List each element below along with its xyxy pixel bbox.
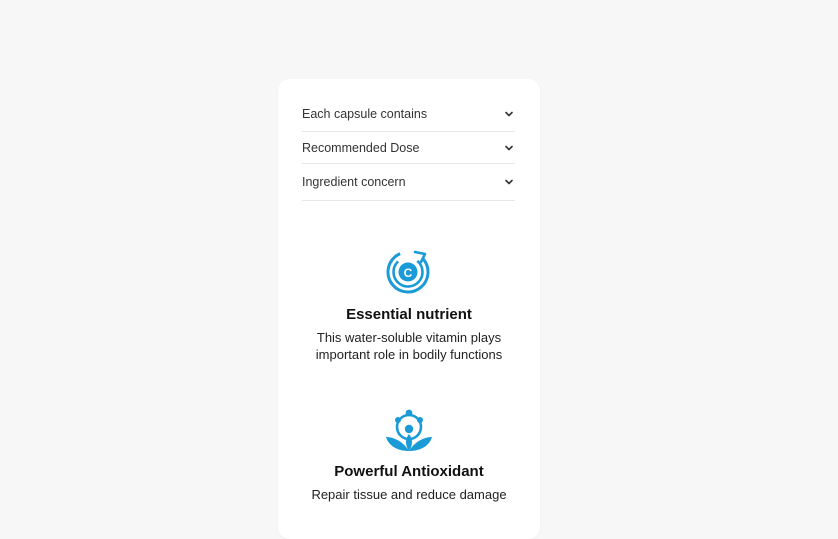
chevron-down-icon — [503, 108, 515, 120]
chevron-down-icon — [503, 176, 515, 188]
feature-description: Repair tissue and reduce damage — [311, 487, 507, 502]
accordion-item-ingredient-concern[interactable]: Ingredient concern — [302, 164, 515, 201]
accordion-item-capsule-contents[interactable]: Each capsule contains — [302, 97, 515, 132]
feature-essential-nutrient: C Essential nutrient This water-soluble … — [278, 246, 540, 363]
antioxidant-leaf-molecule-icon — [278, 407, 540, 453]
feature-powerful-antioxidant: Powerful Antioxidant Repair tissue and r… — [278, 407, 540, 503]
chevron-down-icon — [503, 142, 515, 154]
accordion-item-label: Ingredient concern — [302, 175, 406, 189]
svg-text:C: C — [404, 266, 413, 280]
accordion-item-label: Recommended Dose — [302, 140, 420, 155]
product-info-card: Each capsule contains Recommended Dose I… — [278, 79, 540, 539]
accordion: Each capsule contains Recommended Dose I… — [302, 97, 515, 201]
feature-description: This water-soluble vitamin plays importa… — [315, 330, 503, 362]
accordion-item-recommended-dose[interactable]: Recommended Dose — [302, 132, 515, 164]
feature-title: Powerful Antioxidant — [334, 463, 484, 480]
feature-title: Essential nutrient — [346, 306, 472, 323]
vitamin-c-cycle-icon: C — [278, 246, 540, 296]
accordion-item-label: Each capsule contains — [302, 107, 428, 121]
